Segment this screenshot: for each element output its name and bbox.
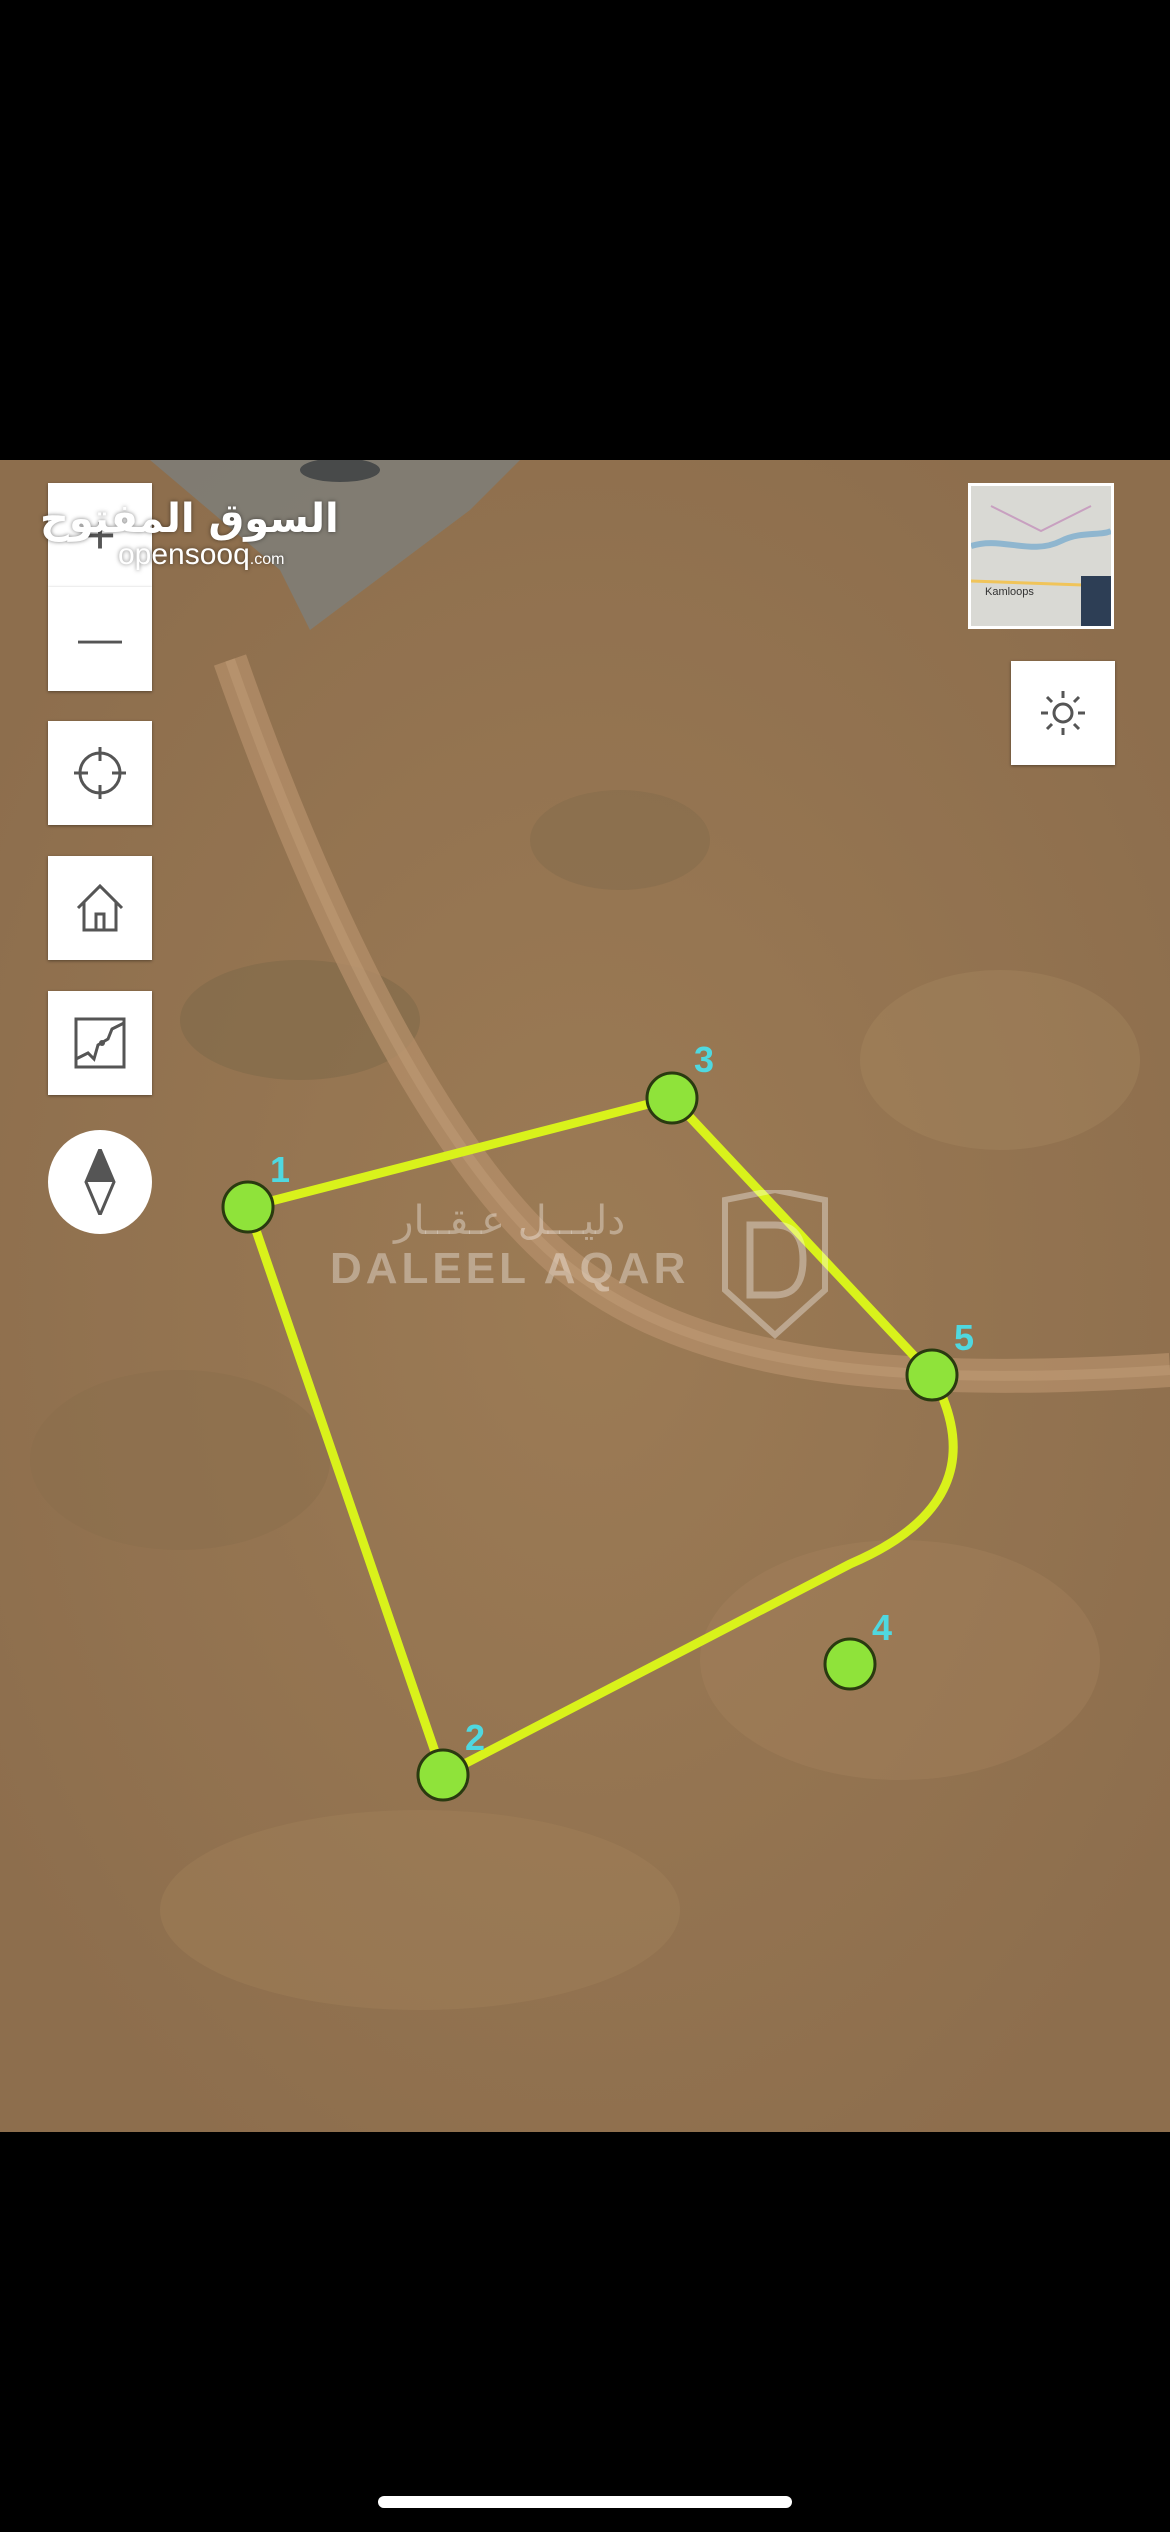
compass-icon <box>84 1149 116 1215</box>
brand-arabic: السوق المفتوح <box>40 496 339 542</box>
satellite-map[interactable]: 1 2 3 4 5 <box>0 460 1170 2132</box>
daleel-aqar-logo-icon <box>722 1190 828 1340</box>
vertex-1[interactable]: 1 <box>221 1149 290 1234</box>
brightness-button[interactable] <box>1011 661 1115 765</box>
home-icon <box>76 883 124 932</box>
minimap-label: Kamloops <box>985 586 1034 598</box>
vertex-3[interactable]: 3 <box>645 1039 714 1125</box>
brand-latin: opensooq.com <box>118 538 285 571</box>
opensooq-logo: السوق المفتوح opensooq.com <box>40 496 339 572</box>
map-layers-button[interactable] <box>48 991 152 1095</box>
home-indicator[interactable] <box>378 2496 792 2508</box>
watermark-arabic: دليـــل عـقــار <box>394 1198 626 1244</box>
zoom-out-button[interactable]: — <box>48 587 152 691</box>
watermark-latin: DALEEL AQAR <box>330 1244 690 1293</box>
sun-icon <box>1041 691 1085 735</box>
svg-text:1: 1 <box>270 1149 290 1190</box>
vertex-4[interactable]: 4 <box>823 1607 892 1691</box>
svg-text:3: 3 <box>694 1039 714 1080</box>
locate-icon <box>74 747 126 799</box>
daleel-aqar-watermark: دليـــل عـقــار DALEEL AQAR <box>330 1198 689 1294</box>
svg-text:4: 4 <box>872 1607 892 1648</box>
minimap-terrain <box>971 486 1111 626</box>
parcel-overlay: 1 2 3 4 5 <box>221 1039 974 1802</box>
map-layers-icon <box>74 1017 126 1069</box>
compass-button[interactable] <box>48 1130 152 1234</box>
vertex-5[interactable]: 5 <box>905 1317 974 1402</box>
minus-icon: — <box>78 614 122 663</box>
minimap-thumbnail[interactable]: Kamloops <box>968 483 1114 629</box>
svg-text:2: 2 <box>465 1717 485 1758</box>
svg-text:5: 5 <box>954 1317 974 1358</box>
locate-button[interactable] <box>48 721 152 825</box>
home-button[interactable] <box>48 856 152 960</box>
